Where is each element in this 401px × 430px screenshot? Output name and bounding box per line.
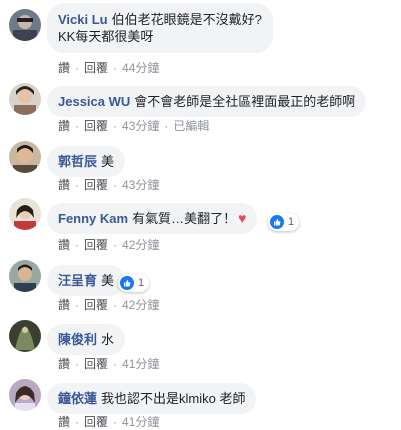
comment-author[interactable]: 汪呈育 bbox=[58, 273, 97, 288]
like-link[interactable]: 讚 bbox=[58, 119, 70, 133]
comment-author[interactable]: Fenny Kam bbox=[58, 211, 128, 226]
comment-text: 水 bbox=[101, 332, 115, 347]
comment-bubble: Jessica WU 會不會老師是全社區裡面最正的老師啊 bbox=[47, 86, 367, 117]
comment-text: 會不會老師是全社區裡面最正的老師啊 bbox=[134, 94, 356, 109]
avatar[interactable] bbox=[9, 141, 41, 173]
like-link[interactable]: 讚 bbox=[58, 178, 70, 192]
comment-actions: 讚 · 回覆 · 43分鐘 · 已編輯 bbox=[58, 119, 210, 133]
comment-actions: 讚 · 回覆 · 42分鐘 bbox=[58, 298, 160, 312]
like-link[interactable]: 讚 bbox=[58, 357, 70, 371]
reaction-count[interactable]: 1 bbox=[118, 274, 150, 292]
comment-text: KK每天都很美呀 bbox=[58, 29, 154, 44]
heart-emoji: ♥ bbox=[238, 210, 247, 226]
comment-actions: 讚 · 回覆 · 44分鐘 bbox=[58, 61, 160, 75]
avatar[interactable] bbox=[9, 320, 41, 352]
comment-bubble: 鐘依蓮 我也認不出是klmiko 老師 bbox=[47, 383, 257, 414]
reply-link[interactable]: 回覆 bbox=[84, 238, 108, 252]
comment-author[interactable]: 鐘依蓮 bbox=[58, 391, 97, 406]
reply-link[interactable]: 回覆 bbox=[84, 61, 108, 75]
avatar[interactable] bbox=[9, 83, 41, 115]
comment-time[interactable]: 44分鐘 bbox=[122, 61, 159, 75]
reply-link[interactable]: 回覆 bbox=[84, 357, 108, 371]
reaction-count[interactable]: 1 bbox=[268, 213, 300, 231]
comment-text: 美 bbox=[101, 154, 115, 169]
avatar[interactable] bbox=[9, 260, 41, 292]
comment-actions: 讚 · 回覆 · 43分鐘 bbox=[58, 178, 160, 192]
comment-time[interactable]: 43分鐘 bbox=[122, 178, 159, 192]
comment-actions: 讚 · 回覆 · 41分鐘 bbox=[58, 357, 160, 371]
comment-time[interactable]: 41分鐘 bbox=[122, 415, 159, 429]
comment-author[interactable]: Jessica WU bbox=[58, 94, 130, 109]
comment-time[interactable]: 43分鐘 bbox=[122, 119, 159, 133]
like-reaction-icon bbox=[270, 215, 284, 229]
comment-bubble: Fenny Kam 有氣質…美翻了！ ♥ bbox=[47, 203, 258, 234]
comment-actions: 讚 · 回覆 · 41分鐘 bbox=[58, 415, 160, 429]
comment-bubble: 陳俊利水 bbox=[47, 324, 126, 355]
like-reaction-icon bbox=[120, 276, 134, 290]
reply-link[interactable]: 回覆 bbox=[84, 298, 108, 312]
comment-author[interactable]: 陳俊利 bbox=[58, 332, 97, 347]
comment-text: 我也認不出是klmiko 老師 bbox=[101, 391, 246, 406]
comment-time[interactable]: 42分鐘 bbox=[122, 298, 159, 312]
comment-author[interactable]: Vicki Lu bbox=[58, 12, 108, 27]
reply-link[interactable]: 回覆 bbox=[84, 178, 108, 192]
comment-time[interactable]: 41分鐘 bbox=[122, 357, 159, 371]
comment-bubble: Vicki Lu 伯伯老花眼鏡是不沒戴好? KK每天都很美呀 bbox=[47, 3, 273, 53]
like-link[interactable]: 讚 bbox=[58, 61, 70, 75]
avatar[interactable] bbox=[9, 198, 41, 230]
comment-text: 伯伯老花眼鏡是不沒戴好? bbox=[111, 12, 262, 27]
comment-actions: 讚 · 回覆 · 42分鐘 bbox=[58, 238, 160, 252]
edited-label[interactable]: 已編輯 bbox=[173, 119, 209, 133]
avatar[interactable] bbox=[9, 9, 41, 41]
comment-text: 有氣質…美翻了！ bbox=[132, 211, 237, 226]
comment-time[interactable]: 42分鐘 bbox=[122, 238, 159, 252]
avatar[interactable] bbox=[9, 379, 41, 411]
comment-author[interactable]: 郭哲辰 bbox=[58, 154, 97, 169]
reply-link[interactable]: 回覆 bbox=[84, 119, 108, 133]
like-link[interactable]: 讚 bbox=[58, 415, 70, 429]
comment-bubble: 汪呈育美 bbox=[47, 265, 126, 296]
comment-bubble: 郭哲辰美 bbox=[47, 146, 126, 177]
like-link[interactable]: 讚 bbox=[58, 298, 70, 312]
comment-text: 美 bbox=[101, 273, 115, 288]
reply-link[interactable]: 回覆 bbox=[84, 415, 108, 429]
like-link[interactable]: 讚 bbox=[58, 238, 70, 252]
